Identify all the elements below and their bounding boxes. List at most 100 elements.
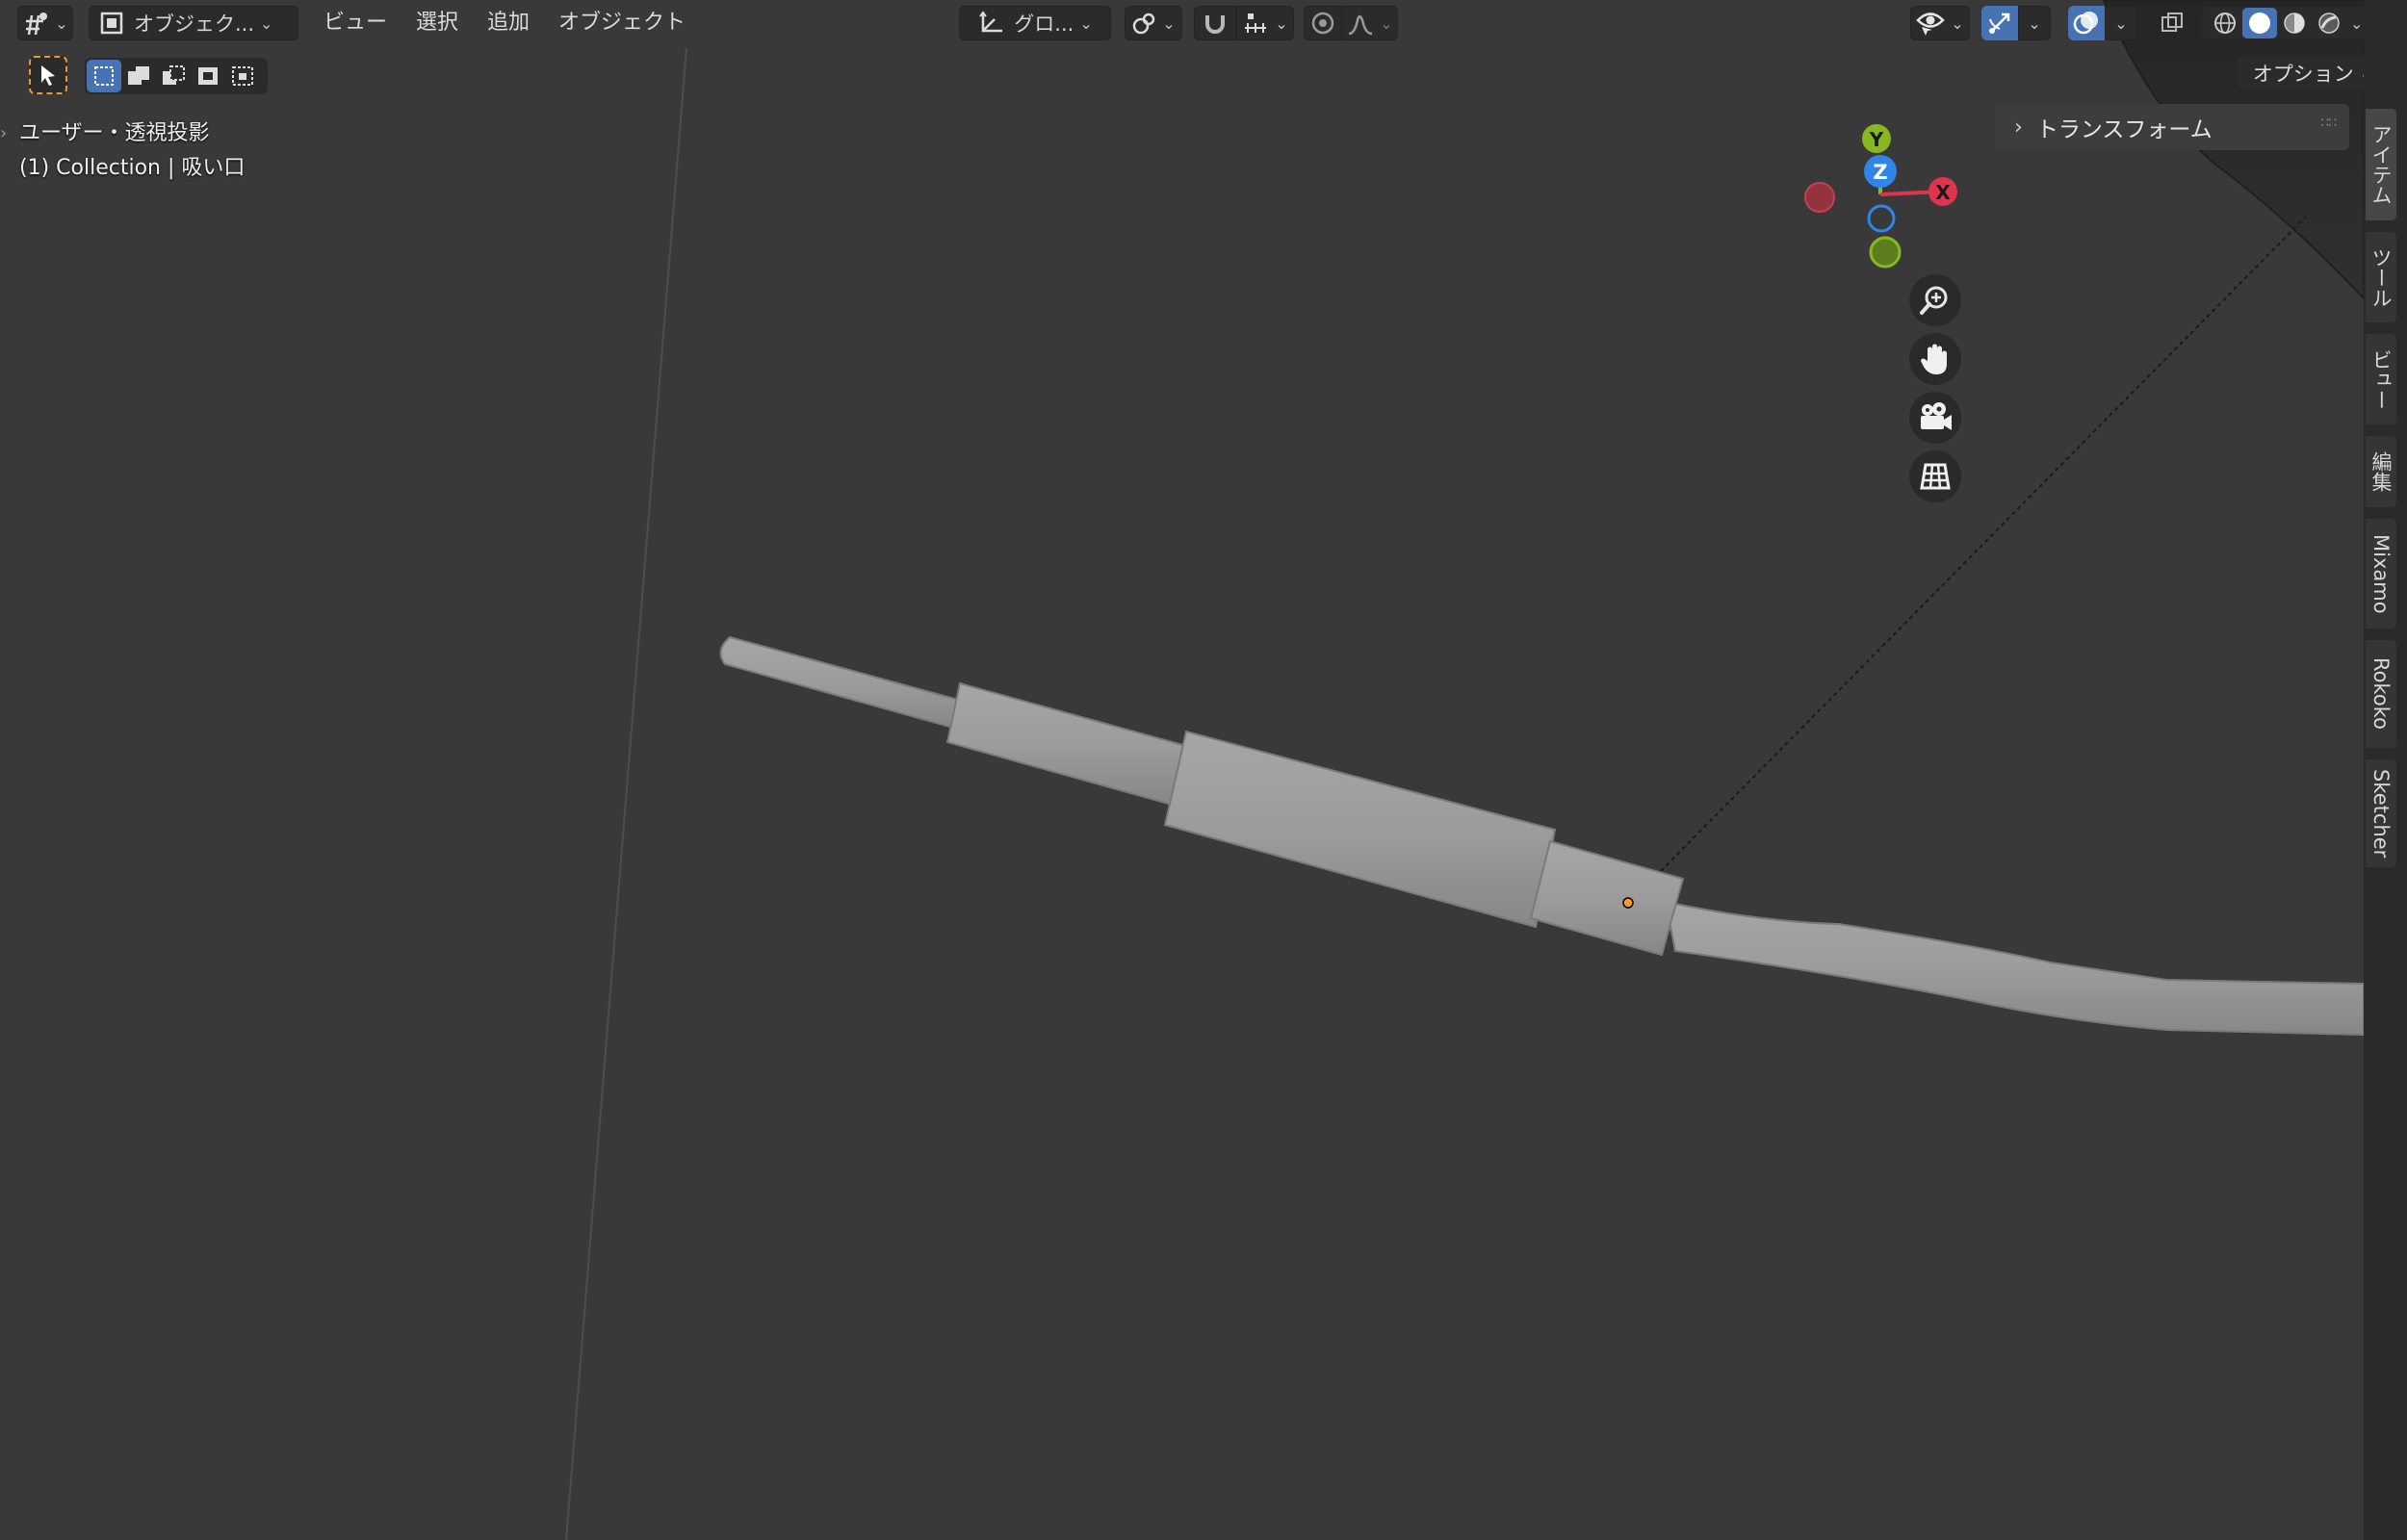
sidebar-tab-label: Mixamo [2369, 533, 2393, 614]
transform-panel-header[interactable]: › トランスフォーム ∷∷ [1995, 104, 2349, 150]
chevron-down-icon: ⌄ [1380, 13, 1393, 33]
sidebar-tab-label: アイテム [2369, 124, 2393, 205]
select-extend-icon [128, 66, 149, 85]
gizmo-toggle[interactable] [1981, 6, 2018, 40]
pivot-icon [1133, 13, 1155, 35]
solid-shading-button[interactable] [2242, 8, 2277, 38]
snap-target-dropdown[interactable]: ⌄ [1236, 6, 1294, 40]
sidebar-tab-label: ツール [2369, 246, 2393, 308]
select-extend-button[interactable] [121, 60, 156, 92]
gizmo-icon [1989, 13, 2010, 34]
proportional-edit-icon [1311, 12, 1334, 35]
object-mode-icon [100, 12, 123, 35]
menu-object[interactable]: オブジェクト [551, 6, 693, 40]
chevron-down-icon: ⌄ [1951, 13, 1964, 33]
sidebar-tab-view[interactable]: ビュー [2365, 333, 2397, 425]
3d-viewport[interactable]: Y Z X ユーザー・透視投影 (1) Collection | 吸い口 › ›… [0, 0, 2364, 1540]
overlays-dropdown[interactable]: ⌄ [2105, 6, 2137, 40]
sidebar-tab-label: ビュー [2369, 348, 2393, 410]
chevron-down-icon: ⌄ [260, 13, 273, 33]
select-subtract-button[interactable] [156, 60, 191, 92]
chevron-down-icon: ⌄ [2114, 13, 2128, 33]
gizmo-dropdown[interactable]: ⌄ [2018, 6, 2051, 40]
expand-arrow-icon[interactable]: › [0, 123, 7, 143]
rendered-shading-button[interactable] [2312, 8, 2346, 38]
zoom-button[interactable] [1909, 274, 1961, 326]
menu-select[interactable]: 選択 [408, 6, 466, 40]
xray-icon [2161, 13, 2183, 32]
collection-info: (1) Collection | 吸い口 [19, 156, 246, 180]
tube-sleeve-small[interactable] [945, 681, 1188, 808]
gizmo-y-label: Y [1869, 128, 1884, 151]
sidebar-tab-tool[interactable]: ツール [2365, 231, 2397, 323]
select-subtract-icon [163, 65, 185, 85]
viewport-header: ⌄ オブジェク... ⌄ ビュー 選択 追加 オブジェクト グロ... ⌄ ⌄ … [0, 0, 2407, 46]
transform-panel-label: トランスフォーム [2035, 117, 2213, 142]
tube-sleeve-large[interactable] [1163, 730, 1557, 929]
falloff-dropdown[interactable]: ⌄ [1342, 6, 1398, 40]
zoom-icon [1920, 286, 1948, 315]
tube-connector[interactable] [1529, 839, 1685, 957]
material-shading-button[interactable] [2277, 8, 2312, 38]
xray-toggle[interactable] [2153, 6, 2191, 40]
pivot-point-dropdown[interactable]: ⌄ [1125, 6, 1182, 40]
select-invert-icon [198, 67, 218, 85]
mode-label: オブジェク... [134, 13, 255, 36]
select-new-button[interactable] [87, 60, 121, 92]
relationship-line [1660, 216, 2307, 872]
proportional-edit-toggle[interactable] [1304, 6, 1342, 40]
sidebar-tab-label: Rokoko [2369, 657, 2393, 731]
options-label: オプション [2252, 63, 2354, 86]
chevron-down-icon: ⌄ [1275, 13, 1288, 33]
snap-increment-icon [1245, 13, 1267, 33]
gizmo-neg-x [1804, 182, 1835, 213]
orientation-gizmo[interactable]: Y Z X [1804, 124, 1957, 269]
material-sphere-icon [2284, 13, 2305, 34]
sidebar-tab-item[interactable]: アイテム [2365, 108, 2397, 221]
visibility-dropdown[interactable]: ⌄ [1910, 6, 1970, 40]
rendered-sphere-icon [2318, 13, 2340, 34]
chevron-down-icon: ⌄ [1162, 13, 1176, 33]
object-origin[interactable] [1622, 897, 1634, 909]
shading-options-chevron-icon[interactable]: ⌄ [2350, 14, 2363, 33]
mode-dropdown[interactable]: オブジェク... ⌄ [89, 6, 298, 40]
gizmo-neg-z [1867, 204, 1896, 233]
hand-icon [1921, 344, 1947, 374]
overlays-toggle[interactable] [2068, 6, 2105, 40]
magnet-icon [1205, 15, 1225, 34]
falloff-curve-icon [1349, 14, 1373, 36]
sidebar-tab-edit[interactable]: 編集 [2365, 435, 2397, 508]
sidebar-tab-label: Sketcher [2369, 768, 2393, 859]
menu-add[interactable]: 追加 [479, 6, 537, 40]
menu-view[interactable]: ビュー [316, 6, 395, 40]
pan-button[interactable] [1909, 333, 1961, 385]
sidebar-tab-rokoko[interactable]: Rokoko [2365, 639, 2397, 749]
transform-orientation-dropdown[interactable]: グロ... ⌄ [959, 6, 1111, 40]
projection-toggle-button[interactable] [1909, 450, 1961, 502]
sidebar-tab-sketcher[interactable]: Sketcher [2365, 758, 2397, 868]
snap-toggle[interactable] [1194, 6, 1236, 40]
select-intersect-button[interactable] [225, 60, 260, 92]
transform-orientation-label: グロ... [1014, 13, 1074, 36]
selection-mode-group [85, 58, 268, 94]
tube-long[interactable] [1664, 900, 2364, 1037]
wireframe-shading-button[interactable] [2208, 8, 2242, 38]
orientation-axes-icon [979, 11, 1003, 33]
gizmo-x-label: X [1935, 181, 1951, 204]
select-box-icon [94, 66, 114, 86]
cursor-arrow-icon [41, 65, 55, 86]
wireframe-icon [2214, 13, 2236, 34]
overlays-icon [2073, 12, 2098, 35]
sidebar-tab-label: 編集 [2369, 451, 2393, 492]
select-tool-button[interactable] [29, 56, 67, 94]
camera-icon [1921, 402, 1952, 430]
viewport-editor-icon [26, 13, 48, 36]
camera-view-button[interactable] [1909, 392, 1961, 444]
scene-canvas[interactable]: Y Z X [0, 0, 2364, 1540]
editor-type-dropdown[interactable]: ⌄ [17, 6, 73, 40]
select-intersect-icon [232, 66, 253, 86]
sidebar-tab-mixamo[interactable]: Mixamo [2365, 518, 2397, 629]
select-invert-button[interactable] [191, 60, 225, 92]
tube-tip[interactable] [719, 635, 960, 730]
drag-handle-icon[interactable]: ∷∷ [2320, 116, 2337, 131]
